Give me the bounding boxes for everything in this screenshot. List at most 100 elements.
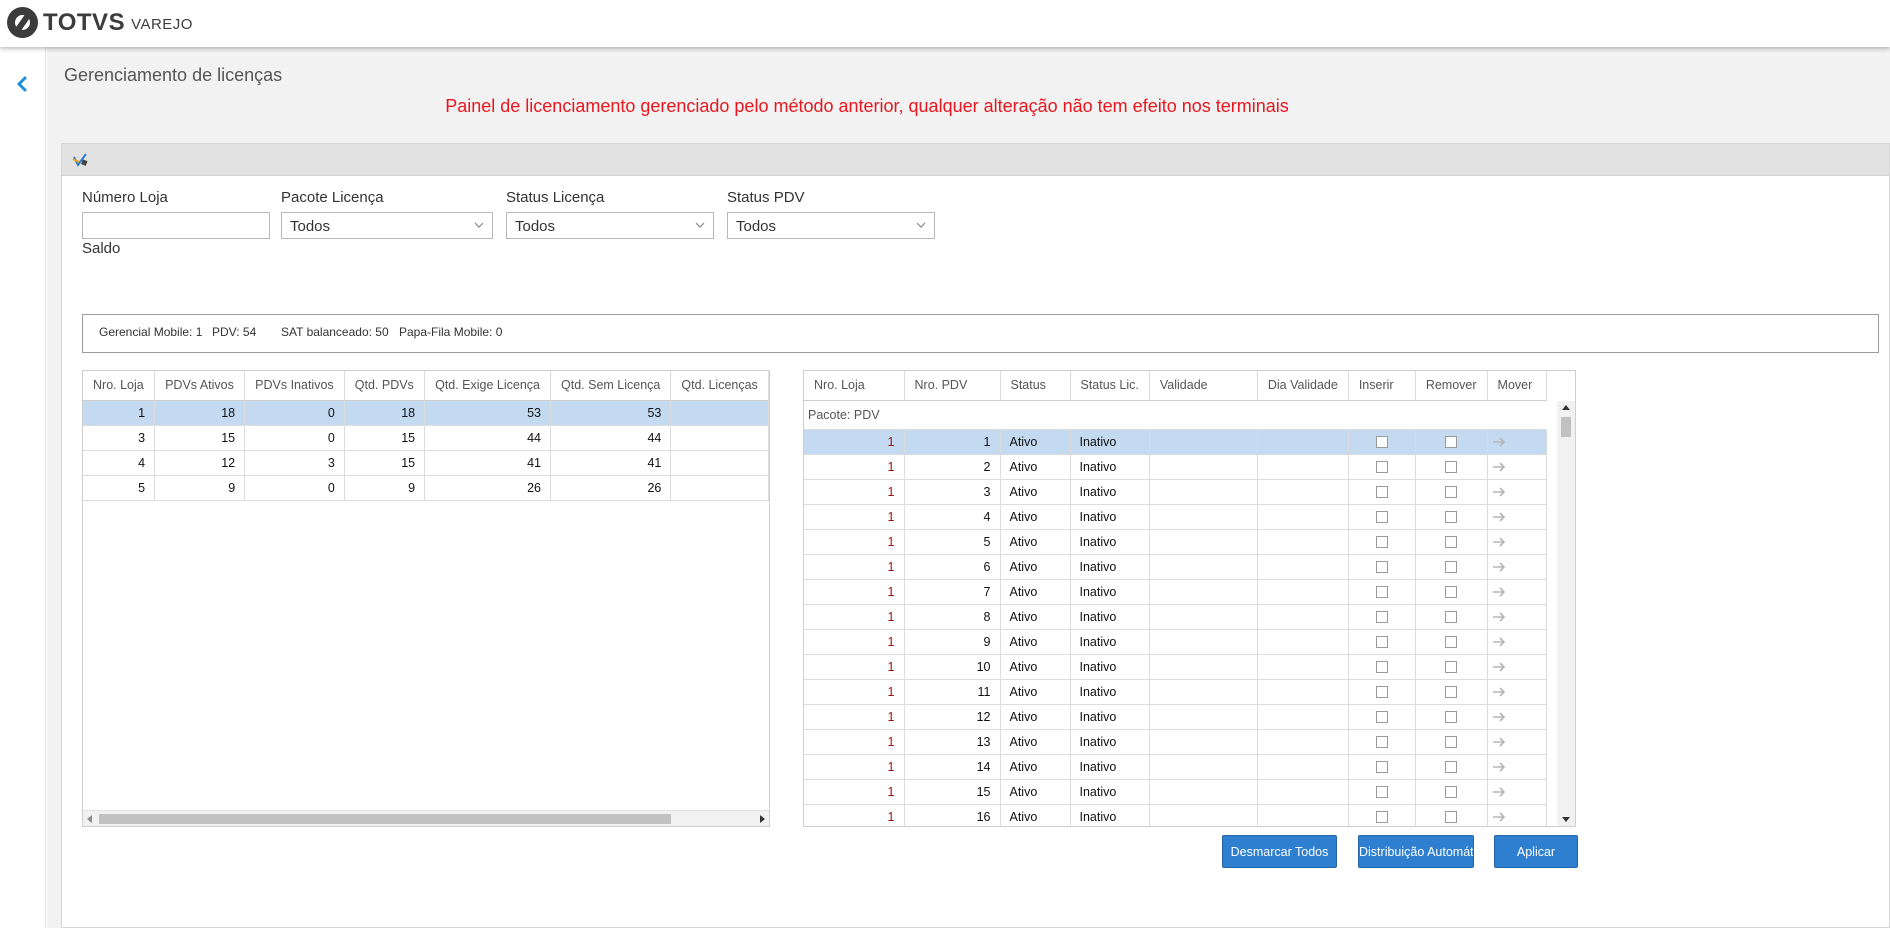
pdv-table-row[interactable]: 1 7 Ativo Inativo [804,579,1547,605]
remover-checkbox[interactable] [1445,636,1458,649]
remover-checkbox[interactable] [1445,661,1458,674]
inserir-checkbox[interactable] [1375,561,1388,574]
remover-checkbox[interactable] [1445,761,1458,774]
pdv-column-header[interactable]: Validade [1149,371,1258,401]
move-arrow-icon[interactable] [1492,686,1506,698]
move-arrow-icon[interactable] [1492,711,1506,723]
inserir-checkbox[interactable] [1375,611,1388,624]
move-arrow-icon[interactable] [1492,586,1506,598]
distribuicao-automatica-button[interactable]: Distribuição Automática [1358,835,1474,868]
lojas-column-header[interactable]: Qtd. Sem Licença [550,371,672,401]
inserir-checkbox[interactable] [1375,461,1388,474]
inserir-checkbox[interactable] [1375,586,1388,599]
lojas-horizontal-scrollbar[interactable] [83,810,769,826]
pdv-table-row[interactable]: 1 12 Ativo Inativo [804,704,1547,730]
inserir-checkbox[interactable] [1375,636,1388,649]
inserir-checkbox[interactable] [1375,786,1388,799]
remover-checkbox[interactable] [1445,811,1458,824]
remover-checkbox[interactable] [1445,736,1458,749]
move-arrow-icon[interactable] [1492,561,1506,573]
pdv-column-header[interactable]: Dia Validade [1257,371,1349,401]
move-arrow-icon[interactable] [1492,486,1506,498]
inserir-checkbox[interactable] [1375,736,1388,749]
pdv-table-row[interactable]: 1 9 Ativo Inativo [804,629,1547,655]
lojas-column-header[interactable]: PDVs Ativos [154,371,246,401]
pdv-table-row[interactable]: 1 6 Ativo Inativo [804,554,1547,580]
pdv-column-header[interactable]: Nro. Loja [804,371,905,401]
move-arrow-icon[interactable] [1492,761,1506,773]
remover-checkbox[interactable] [1445,461,1458,474]
inserir-checkbox[interactable] [1375,686,1388,699]
desmarcar-todos-button[interactable]: Desmarcar Todos [1222,835,1337,868]
remover-checkbox[interactable] [1445,486,1458,499]
scroll-up-icon[interactable] [1562,405,1570,410]
inserir-checkbox[interactable] [1375,436,1388,449]
move-arrow-icon[interactable] [1492,661,1506,673]
status-pdv-select[interactable]: Todos [727,212,935,239]
scroll-down-icon[interactable] [1562,817,1570,822]
numero-loja-input[interactable] [82,212,270,239]
move-arrow-icon[interactable] [1492,636,1506,648]
inserir-checkbox[interactable] [1375,486,1388,499]
move-arrow-icon[interactable] [1492,736,1506,748]
remover-checkbox[interactable] [1445,436,1458,449]
pdv-table-row[interactable]: 1 13 Ativo Inativo [804,729,1547,755]
pdv-column-header[interactable]: Mover [1487,371,1547,401]
move-arrow-icon[interactable] [1492,786,1506,798]
aplicar-button[interactable]: Aplicar [1494,835,1578,868]
scroll-right-icon[interactable] [760,815,765,823]
remover-checkbox[interactable] [1445,586,1458,599]
pdv-column-header[interactable]: Status [1000,371,1071,401]
pdv-table-row[interactable]: 1 3 Ativo Inativo [804,479,1547,505]
remover-checkbox[interactable] [1445,786,1458,799]
inserir-checkbox[interactable] [1375,511,1388,524]
scroll-thumb[interactable] [1561,417,1571,437]
pdv-table-row[interactable]: 1 8 Ativo Inativo [804,604,1547,630]
lojas-column-header[interactable]: Qtd. PDVs [344,371,426,401]
move-arrow-icon[interactable] [1492,511,1506,523]
remover-checkbox[interactable] [1445,561,1458,574]
pdv-table-row[interactable]: 1 11 Ativo Inativo [804,679,1547,705]
pdv-column-header[interactable]: Nro. PDV [904,371,1001,401]
remover-checkbox[interactable] [1445,511,1458,524]
scroll-left-icon[interactable] [87,815,92,823]
pdv-table-row[interactable]: 1 5 Ativo Inativo [804,529,1547,555]
inserir-checkbox[interactable] [1375,536,1388,549]
lojas-table-row[interactable]: 3 15 0 15 44 44 [83,425,769,451]
status-licenca-select[interactable]: Todos [506,212,714,239]
inserir-checkbox[interactable] [1375,711,1388,724]
remover-checkbox[interactable] [1445,686,1458,699]
pdv-column-header[interactable]: Inserir [1348,371,1416,401]
lojas-table-row[interactable]: 4 12 3 15 41 41 [83,450,769,476]
pdv-table-row[interactable]: 1 14 Ativo Inativo [804,754,1547,780]
lojas-table-row[interactable]: 1 18 0 18 53 53 [83,400,769,426]
lojas-column-header[interactable]: Qtd. Exige Licença [424,371,552,401]
pdv-column-header[interactable]: Remover [1415,371,1488,401]
pdv-vertical-scrollbar[interactable] [1557,401,1575,826]
move-arrow-icon[interactable] [1492,611,1506,623]
back-chevron-icon[interactable] [14,74,30,94]
pdv-table-row[interactable]: 1 2 Ativo Inativo [804,454,1547,480]
remover-checkbox[interactable] [1445,536,1458,549]
move-arrow-icon[interactable] [1492,811,1506,823]
clear-filters-icon[interactable] [71,151,89,169]
lojas-column-header[interactable]: PDVs Inativos [244,371,345,401]
pdv-table-row[interactable]: 1 10 Ativo Inativo [804,654,1547,680]
inserir-checkbox[interactable] [1375,811,1388,824]
lojas-table-row[interactable]: 5 9 0 9 26 26 [83,475,769,501]
remover-checkbox[interactable] [1445,711,1458,724]
lojas-column-header[interactable]: Qtd. Licenças [670,371,769,401]
remover-checkbox[interactable] [1445,611,1458,624]
pacote-licenca-select[interactable]: Todos [281,212,493,239]
inserir-checkbox[interactable] [1375,661,1388,674]
pdv-table-row[interactable]: 1 1 Ativo Inativo [804,429,1547,455]
lojas-column-header[interactable]: Nro. Loja [83,371,156,401]
pdv-table-row[interactable]: 1 15 Ativo Inativo [804,779,1547,805]
scroll-thumb[interactable] [99,814,671,824]
move-arrow-icon[interactable] [1492,461,1506,473]
move-arrow-icon[interactable] [1492,536,1506,548]
pdv-table-row[interactable]: 1 4 Ativo Inativo [804,504,1547,530]
move-arrow-icon[interactable] [1492,436,1506,448]
inserir-checkbox[interactable] [1375,761,1388,774]
pdv-column-header[interactable]: Status Lic. [1070,371,1150,401]
